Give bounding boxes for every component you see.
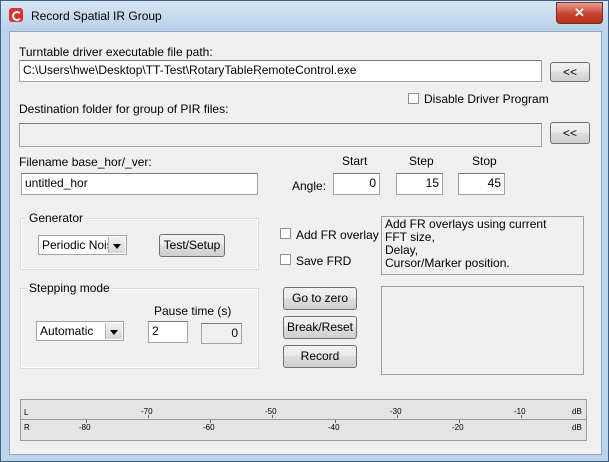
- meter-unit-right: dB: [572, 423, 582, 432]
- disable-driver-checkbox[interactable]: [408, 93, 419, 104]
- meter-tick-right: -80: [79, 423, 91, 432]
- angle-label: Angle:: [292, 179, 327, 193]
- dialog-body: Turntable driver executable file path: C…: [9, 31, 602, 455]
- chevron-down-icon: [108, 237, 125, 253]
- chevron-down-icon: [105, 323, 122, 339]
- meter-channel-l: L: [24, 408, 29, 417]
- step-counter-field: 0: [201, 323, 242, 344]
- meter-tick-left: -50: [265, 407, 277, 416]
- step-label: Step: [409, 154, 434, 168]
- add-fr-overlay-checkbox[interactable]: [280, 228, 291, 239]
- destination-folder-label: Destination folder for group of PIR file…: [19, 102, 229, 116]
- app-icon: [9, 8, 23, 22]
- generator-group-label: Generator: [27, 211, 86, 225]
- meter-divider: [21, 419, 586, 420]
- title-bar[interactable]: Record Spatial IR Group ✕: [1, 1, 608, 31]
- angle-stop-input[interactable]: 45: [458, 173, 505, 195]
- save-frd-checkbox[interactable]: [280, 254, 291, 265]
- disable-driver-label: Disable Driver Program: [424, 92, 549, 106]
- stepping-mode-label: Stepping mode: [27, 281, 112, 295]
- save-frd-label: Save FRD: [296, 254, 352, 268]
- driver-path-field[interactable]: C:\Users\hwe\Desktop\TT-Test\RotaryTable…: [19, 60, 542, 82]
- meter-tick-right: -40: [328, 423, 340, 432]
- meter-tick-left: -30: [390, 407, 402, 416]
- filename-input[interactable]: untitled_hor: [21, 173, 258, 195]
- meter-tick-right: -20: [452, 423, 464, 432]
- stepping-mode-value: Automatic: [40, 324, 94, 338]
- pause-time-label: Pause time (s): [154, 304, 232, 318]
- stop-label: Stop: [472, 154, 497, 168]
- destination-folder-field[interactable]: [19, 123, 542, 147]
- close-button[interactable]: ✕: [556, 2, 603, 24]
- start-label: Start: [342, 154, 368, 168]
- meter-tick-left: -10: [514, 407, 526, 416]
- overlay-info-line: Cursor/Marker position.: [385, 256, 510, 270]
- pause-time-input[interactable]: 2: [148, 321, 188, 343]
- meter-channel-r: R: [24, 423, 30, 432]
- angle-step-input[interactable]: 15: [396, 173, 443, 195]
- meter-unit-left: dB: [572, 407, 582, 416]
- filename-label: Filename base_hor/_ver:: [19, 155, 152, 169]
- stepping-mode-select[interactable]: Automatic: [36, 321, 124, 341]
- generator-select[interactable]: Periodic Noise: [38, 235, 127, 255]
- window-title: Record Spatial IR Group: [31, 9, 162, 23]
- dialog-window: Record Spatial IR Group ✕ Turntable driv…: [0, 0, 609, 462]
- angle-start-input[interactable]: 0: [333, 173, 380, 195]
- break-reset-button[interactable]: Break/Reset: [283, 316, 357, 339]
- go-to-zero-button[interactable]: Go to zero: [283, 287, 357, 310]
- meter-tick-left: -70: [141, 407, 153, 416]
- overlay-info-box: Add FR overlays using current FFT size, …: [381, 216, 584, 275]
- driver-path-label: Turntable driver executable file path:: [19, 45, 213, 59]
- level-meter: L -70 -50 -30 -10 dB R -80 -60 -40 -20 d…: [20, 399, 587, 441]
- record-button[interactable]: Record: [283, 345, 357, 368]
- meter-tick-right: -60: [203, 423, 215, 432]
- driver-browse-button[interactable]: <<: [550, 62, 590, 82]
- test-setup-button[interactable]: Test/Setup: [159, 234, 225, 257]
- status-box: [381, 286, 584, 375]
- add-fr-overlay-label: Add FR overlay: [296, 228, 379, 242]
- destination-browse-button[interactable]: <<: [550, 122, 590, 144]
